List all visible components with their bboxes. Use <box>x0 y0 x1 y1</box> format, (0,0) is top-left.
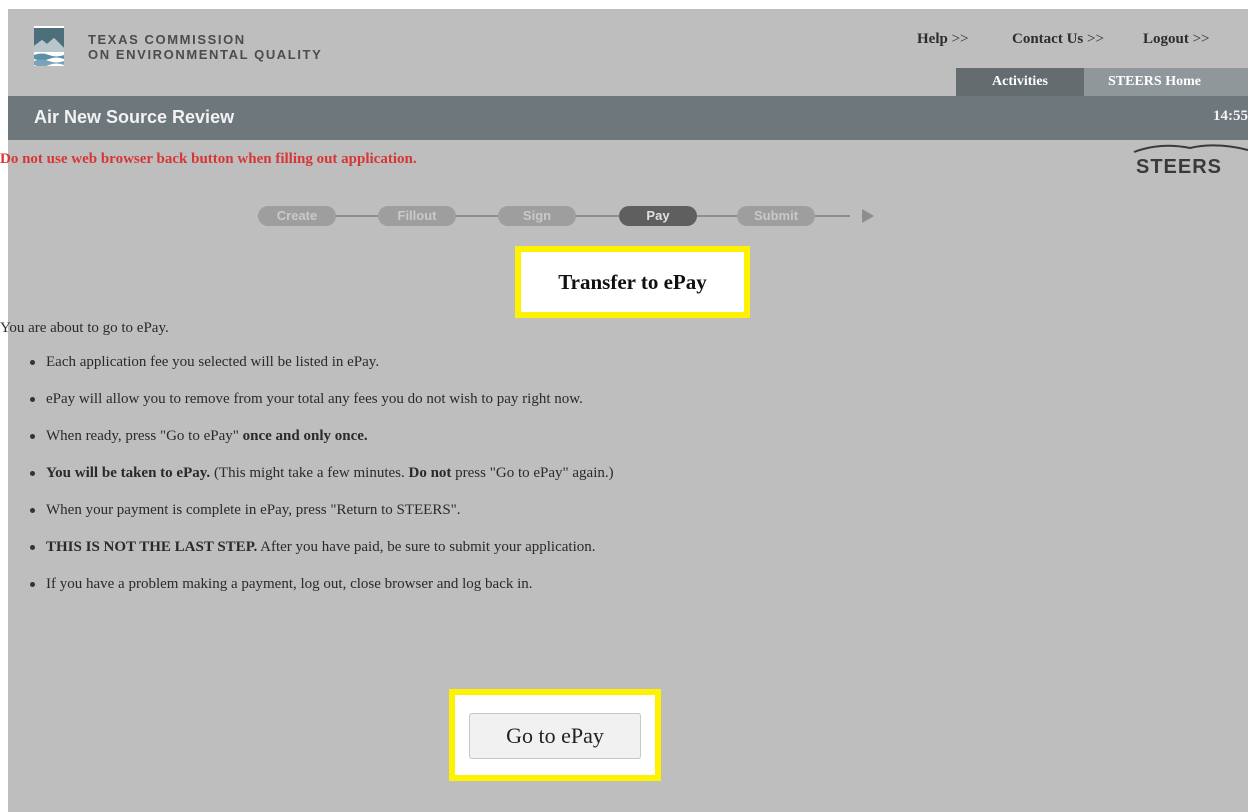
logo-line-2: on Environmental Quality <box>88 47 323 62</box>
instruction-text: After you have paid, be sure to submit y… <box>257 539 596 555</box>
instruction-text: When your payment is complete in ePay, p… <box>46 502 461 518</box>
progress-steps: Create Fillout Sign Pay Submit <box>250 200 890 228</box>
help-link[interactable]: Help >> <box>917 31 969 48</box>
instruction-text: Each application fee you selected will b… <box>46 354 380 370</box>
step-sign: Sign <box>498 206 576 226</box>
instruction-text: When ready, press "Go to ePay" <box>46 428 243 444</box>
instruction-item: THIS IS NOT THE LAST STEP. After you hav… <box>0 537 614 574</box>
instruction-emphasis: once and only once. <box>242 428 368 444</box>
page-title: Transfer to ePay <box>558 270 707 294</box>
contact-us-link-label: Contact Us <box>1012 31 1084 47</box>
logo-line-1: Texas Commission <box>88 32 246 47</box>
session-clock: 14:55 <box>1213 108 1248 124</box>
step-submit: Submit <box>737 206 815 226</box>
instruction-text: (This might take a few minutes. <box>210 465 409 481</box>
help-link-label: Help <box>917 31 948 47</box>
logout-link[interactable]: Logout >> <box>1143 31 1210 48</box>
step-fillout: Fillout <box>378 206 456 226</box>
tceq-logo-icon <box>34 26 64 66</box>
instruction-item: When your payment is complete in ePay, p… <box>0 500 614 537</box>
title-bar: Air New Source Review 14:55 <box>8 96 1248 140</box>
instruction-text: press "Go to ePay" again.) <box>451 465 614 481</box>
steers-logo: STEERS <box>1120 140 1248 178</box>
instruction-emphasis: You will be taken to ePay. <box>46 465 211 481</box>
intro-text: You are about to go to ePay. <box>0 320 169 336</box>
top-tabs: Activities STEERS Home <box>956 68 1248 96</box>
instruction-item: If you have a problem making a payment, … <box>0 574 614 611</box>
tab-steers-home[interactable]: STEERS Home <box>1084 68 1248 96</box>
instruction-emphasis: Do not <box>408 465 452 481</box>
tab-activities[interactable]: Activities <box>956 68 1084 96</box>
top-white-strip <box>0 0 1248 9</box>
progress-arrow-icon <box>862 209 874 223</box>
tceq-logo-text[interactable]: Texas Commission on Environmental Qualit… <box>88 32 322 62</box>
logout-link-label: Logout <box>1143 31 1189 47</box>
page-heading-highlight: Transfer to ePay <box>515 246 750 318</box>
logout-link-arrow: >> <box>1192 31 1210 47</box>
step-pay: Pay <box>619 206 697 226</box>
go-button-highlight: Go to ePay <box>449 689 661 781</box>
instruction-emphasis: THIS IS NOT THE LAST STEP. <box>46 539 258 555</box>
back-button-warning: Do not use web browser back button when … <box>0 151 417 167</box>
contact-us-link-arrow: >> <box>1087 31 1104 47</box>
steers-logo-word: STEERS <box>1136 156 1223 178</box>
instruction-text: ePay will allow you to remove from your … <box>46 391 583 407</box>
instruction-item: ePay will allow you to remove from your … <box>0 389 614 426</box>
instructions-list: Each application fee you selected will b… <box>0 352 614 611</box>
help-link-arrow: >> <box>951 31 969 47</box>
instruction-item: You will be taken to ePay. (This might t… <box>0 463 614 500</box>
step-create: Create <box>258 206 336 226</box>
instruction-item: When ready, press "Go to ePay" once and … <box>0 426 614 463</box>
instruction-item: Each application fee you selected will b… <box>0 352 614 389</box>
application-title: Air New Source Review <box>34 107 235 127</box>
go-to-epay-button[interactable]: Go to ePay <box>469 713 641 759</box>
contact-us-link[interactable]: Contact Us >> <box>1012 31 1104 48</box>
instruction-text: If you have a problem making a payment, … <box>46 576 533 592</box>
